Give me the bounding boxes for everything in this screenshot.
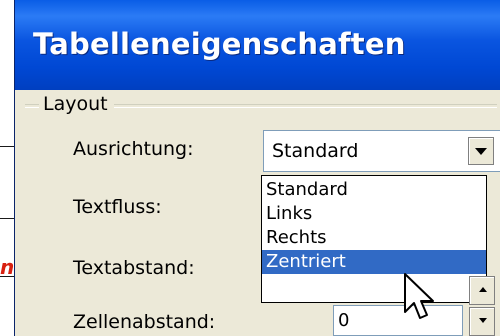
title-bar[interactable]: Tabelleneigenschaften xyxy=(15,0,500,90)
table-properties-dialog: Tabelleneigenschaften Layout Ausrichtung… xyxy=(14,0,500,336)
zellenabstand-input[interactable]: 0 xyxy=(333,305,463,336)
dialog-title: Tabelleneigenschaften xyxy=(33,27,406,61)
zellenabstand-value: 0 xyxy=(338,310,350,331)
textfluss-label: Textfluss: xyxy=(73,196,162,218)
option-links[interactable]: Links xyxy=(262,202,486,226)
dropdown-arrow-button[interactable] xyxy=(468,137,494,165)
ausrichtung-options-list[interactable]: Standard Links Rechts Zentriert xyxy=(261,175,487,303)
option-rechts[interactable]: Rechts xyxy=(262,226,486,250)
option-standard[interactable]: Standard xyxy=(262,178,486,202)
ausrichtung-selected-value: Standard xyxy=(272,140,359,162)
ausrichtung-label: Ausrichtung: xyxy=(73,138,194,160)
option-zentriert[interactable]: Zentriert xyxy=(262,250,486,274)
textabstand-label: Textabstand: xyxy=(73,257,195,279)
spin-down-button[interactable] xyxy=(469,307,495,336)
zellenabstand-label: Zellenabstand: xyxy=(73,311,216,333)
ausrichtung-dropdown[interactable]: Standard xyxy=(263,130,500,172)
mouse-pointer-icon xyxy=(404,273,434,319)
spin-up-button[interactable] xyxy=(469,276,495,305)
layout-group-label: Layout xyxy=(39,92,114,116)
